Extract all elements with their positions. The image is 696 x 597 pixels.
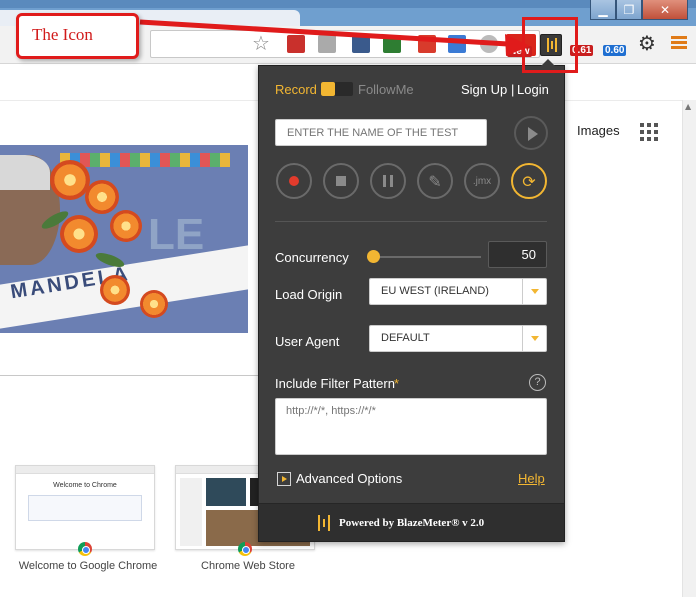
arrow-shaft [139, 19, 509, 47]
annotation-callout: The Icon [16, 13, 139, 59]
callout-text: The Icon [32, 25, 93, 44]
annotation-highlight-box [522, 17, 578, 73]
annotation-arrow [139, 19, 530, 56]
